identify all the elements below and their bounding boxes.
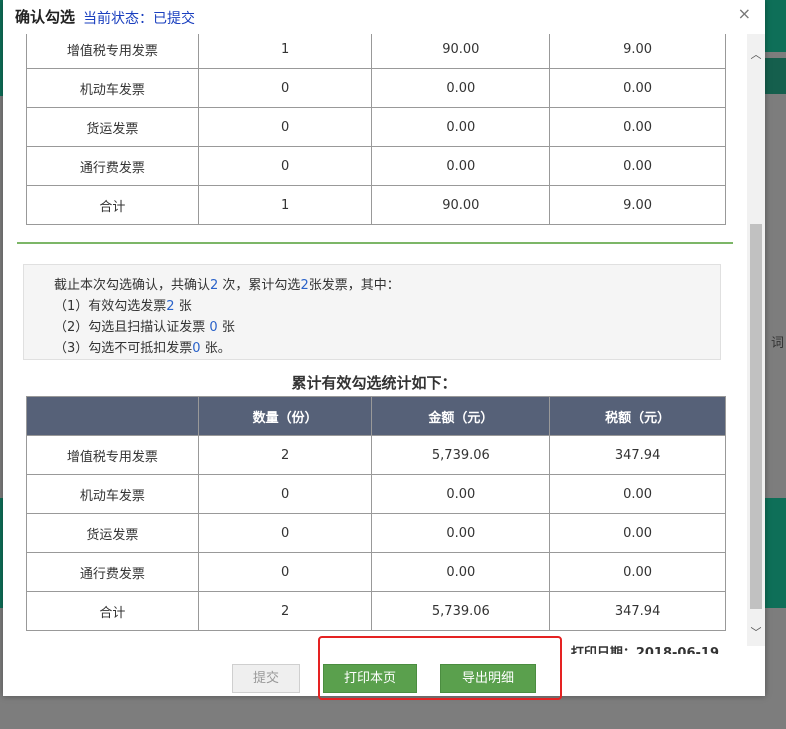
summary-line: （3）勾选不可抵扣发票0 张。 — [54, 338, 720, 359]
close-icon[interactable]: × — [738, 4, 751, 23]
annotation-highlight-box — [318, 636, 562, 700]
table-cell: 通行费发票 — [26, 552, 199, 592]
print-date: 打印日期：2018-06-19 — [570, 646, 719, 654]
table-row: 增值税专用发票 2 5,739.06 347.94 — [26, 435, 726, 475]
table-row: 增值税专用发票 1 90.00 9.00 — [26, 34, 726, 69]
summary-value: 0 — [209, 320, 218, 335]
table-cell: 1 — [197, 185, 373, 225]
table-cell: 0.00 — [371, 552, 551, 592]
table-cell: 0 — [197, 513, 373, 553]
table-cell: 90.00 — [371, 185, 551, 225]
dialog-header: 确认勾选 当前状态：已提交 × — [3, 0, 765, 34]
table-cell: 机动车发票 — [26, 68, 199, 108]
table-cell: 0.00 — [371, 513, 551, 553]
summary-text: （2）勾选且扫描认证发票 — [54, 320, 210, 335]
table-cell: 合计 — [26, 185, 199, 225]
table-cell: 0 — [197, 146, 373, 186]
table-cell: 合计 — [26, 591, 199, 631]
table-row: 通行费发票 0 0.00 0.00 — [26, 146, 726, 186]
summary-text: 张发票，其中： — [308, 278, 400, 293]
summary-value: 0 — [192, 341, 201, 356]
table-row: 货运发票 0 0.00 0.00 — [26, 107, 726, 147]
summary-text: 截止本次勾选确认，共确认 — [54, 278, 211, 293]
table-cell: 0.00 — [371, 107, 551, 147]
table-cell: 0 — [197, 474, 373, 514]
table-row: 机动车发票 0 0.00 0.00 — [26, 68, 726, 108]
table-cell: 2 — [197, 435, 373, 475]
summary-value: 2 — [166, 299, 175, 314]
table-cell: 0.00 — [549, 68, 726, 108]
table-cell: 增值税专用发票 — [26, 34, 199, 69]
scroll-down-icon[interactable]: ﹀ — [750, 627, 762, 638]
table-cell: 0.00 — [371, 474, 551, 514]
column-header: 税额（元） — [549, 396, 726, 436]
table-row: 货运发票 0 0.00 0.00 — [26, 513, 726, 553]
dialog-status: 当前状态：已提交 — [83, 11, 195, 27]
table-cell: 347.94 — [549, 435, 726, 475]
scroll-up-icon[interactable]: ︿ — [750, 49, 762, 60]
period-summary-table: 增值税专用发票 1 90.00 9.00 机动车发票 0 0.00 0.00 货… — [26, 34, 726, 225]
table-row: 通行费发票 0 0.00 0.00 — [26, 552, 726, 592]
selection-summary: 截止本次勾选确认，共确认2 次，累计勾选2张发票，其中： （1）有效勾选发票2 … — [23, 264, 721, 360]
section-divider — [17, 242, 733, 244]
column-header — [26, 396, 199, 436]
confirm-selection-dialog: 确认勾选 当前状态：已提交 × 增值税专用发票 1 90.00 9.00 机动车… — [3, 0, 765, 696]
table-cell: 0.00 — [549, 552, 726, 592]
summary-text: 张。 — [200, 341, 231, 356]
table-cell: 0.00 — [549, 474, 726, 514]
dialog-scroll-area[interactable]: 增值税专用发票 1 90.00 9.00 机动车发票 0 0.00 0.00 货… — [3, 34, 749, 654]
table-cell: 5,739.06 — [371, 435, 551, 475]
stats-title: 累计有效勾选统计如下： — [291, 374, 457, 392]
table-header-row: 数量（份） 金额（元） 税额（元） — [26, 396, 726, 436]
submit-button[interactable]: 提交 — [232, 664, 300, 693]
table-cell: 货运发票 — [26, 107, 199, 147]
background-text: 词 — [770, 336, 784, 351]
summary-text: 次，累计勾选 — [218, 278, 301, 293]
table-cell: 0.00 — [371, 68, 551, 108]
table-cell: 货运发票 — [26, 513, 199, 553]
summary-line: （1）有效勾选发票2 张 — [54, 296, 720, 317]
scrollbar-thumb[interactable] — [750, 224, 762, 609]
summary-text: （1）有效勾选发票 — [54, 299, 167, 314]
column-header: 数量（份） — [197, 396, 373, 436]
table-cell: 9.00 — [549, 185, 726, 225]
table-cell: 机动车发票 — [26, 474, 199, 514]
table-row: 合计 2 5,739.06 347.94 — [26, 591, 726, 631]
dialog-title: 确认勾选 — [15, 8, 76, 26]
summary-text: （3）勾选不可抵扣发票 — [54, 341, 193, 356]
table-cell: 0 — [197, 68, 373, 108]
table-cell: 通行费发票 — [26, 146, 199, 186]
table-cell: 90.00 — [371, 34, 551, 69]
table-cell: 5,739.06 — [371, 591, 551, 631]
summary-text: 张 — [174, 299, 192, 314]
table-cell: 0 — [197, 107, 373, 147]
summary-text: 张 — [217, 320, 235, 335]
table-cell: 9.00 — [549, 34, 726, 69]
summary-line: （2）勾选且扫描认证发票 0 张 — [54, 317, 720, 338]
summary-value: 2 — [300, 278, 309, 293]
table-cell: 1 — [197, 34, 373, 69]
background-strip — [764, 58, 786, 94]
cumulative-stats-table: 数量（份） 金额（元） 税额（元） 增值税专用发票 2 5,739.06 347… — [26, 396, 726, 631]
table-row: 合计 1 90.00 9.00 — [26, 185, 726, 225]
table-cell: 0 — [197, 552, 373, 592]
table-cell: 0.00 — [549, 146, 726, 186]
vertical-scrollbar[interactable]: ︿ ﹀ — [747, 34, 765, 646]
table-cell: 0.00 — [549, 513, 726, 553]
table-cell: 347.94 — [549, 591, 726, 631]
table-cell: 增值税专用发票 — [26, 435, 199, 475]
background-strip — [764, 0, 786, 52]
summary-line: 截止本次勾选确认，共确认2 次，累计勾选2张发票，其中： — [54, 275, 720, 296]
table-row: 机动车发票 0 0.00 0.00 — [26, 474, 726, 514]
table-cell: 2 — [197, 591, 373, 631]
column-header: 金额（元） — [371, 396, 551, 436]
background-strip — [764, 498, 786, 608]
table-cell: 0.00 — [549, 107, 726, 147]
table-cell: 0.00 — [371, 146, 551, 186]
